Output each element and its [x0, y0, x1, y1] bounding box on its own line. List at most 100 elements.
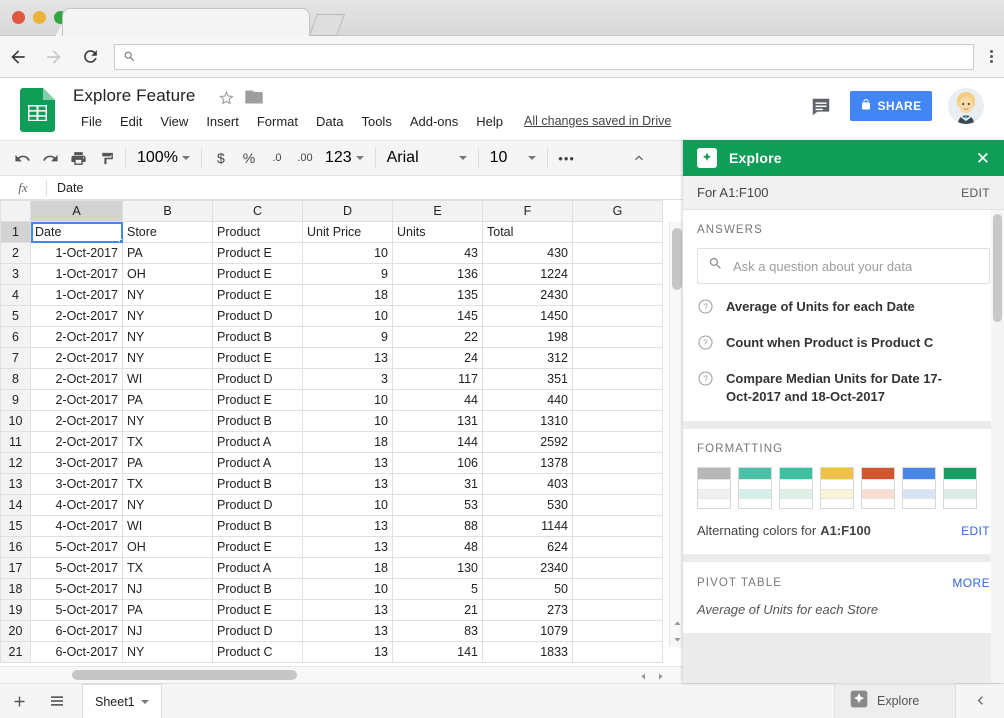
cell-E13[interactable]: 31	[392, 473, 483, 495]
cell-B12[interactable]: PA	[122, 452, 213, 474]
close-window-button[interactable]	[12, 11, 25, 24]
cell-F2[interactable]: 430	[482, 242, 573, 264]
cell-B1[interactable]: Store	[122, 221, 213, 243]
row-header-5[interactable]: 5	[0, 305, 31, 327]
cell-D1[interactable]: Unit Price	[302, 221, 393, 243]
cell-C2[interactable]: Product E	[212, 242, 303, 264]
cell-B18[interactable]: NJ	[122, 578, 213, 600]
cell-G14[interactable]	[572, 494, 663, 516]
cell-C12[interactable]: Product A	[212, 452, 303, 474]
row-header-10[interactable]: 10	[0, 410, 31, 432]
cell-D17[interactable]: 18	[302, 557, 393, 579]
scroll-up-arrow-icon[interactable]	[670, 616, 684, 630]
cell-B15[interactable]: WI	[122, 515, 213, 537]
cell-C15[interactable]: Product B	[212, 515, 303, 537]
cell-C6[interactable]: Product B	[212, 326, 303, 348]
font-size-selector[interactable]: 10	[484, 144, 542, 172]
color-swatch-green[interactable]	[779, 467, 813, 510]
cell-E3[interactable]: 136	[392, 263, 483, 285]
cell-G3[interactable]	[572, 263, 663, 285]
reload-icon[interactable]	[72, 39, 108, 75]
explore-button[interactable]: Explore	[834, 683, 956, 718]
cell-E16[interactable]: 48	[392, 536, 483, 558]
color-swatch-blue[interactable]	[902, 467, 936, 510]
address-bar-input[interactable]	[136, 45, 965, 68]
cell-G16[interactable]	[572, 536, 663, 558]
cell-E1[interactable]: Units	[392, 221, 483, 243]
row-header-6[interactable]: 6	[0, 326, 31, 348]
column-header-b[interactable]: B	[122, 200, 213, 222]
cell-B14[interactable]: NY	[122, 494, 213, 516]
share-button[interactable]: SHARE	[850, 91, 932, 121]
row-header-3[interactable]: 3	[0, 263, 31, 285]
cell-E2[interactable]: 43	[392, 242, 483, 264]
cell-B8[interactable]: WI	[122, 368, 213, 390]
cell-F20[interactable]: 1079	[482, 620, 573, 642]
menu-file[interactable]: File	[72, 112, 111, 131]
cell-C5[interactable]: Product D	[212, 305, 303, 327]
cell-D9[interactable]: 10	[302, 389, 393, 411]
cell-G5[interactable]	[572, 305, 663, 327]
row-header-1[interactable]: 1	[0, 221, 31, 243]
cell-A14[interactable]: 4-Oct-2017	[30, 494, 123, 516]
cell-D4[interactable]: 18	[302, 284, 393, 306]
cell-A13[interactable]: 3-Oct-2017	[30, 473, 123, 495]
cell-D2[interactable]: 10	[302, 242, 393, 264]
cell-E10[interactable]: 131	[392, 410, 483, 432]
cell-A6[interactable]: 2-Oct-2017	[30, 326, 123, 348]
formatting-edit-button[interactable]: EDIT	[961, 524, 990, 538]
cell-F7[interactable]: 312	[482, 347, 573, 369]
cell-G4[interactable]	[572, 284, 663, 306]
explore-panel-scrollbar[interactable]	[991, 210, 1004, 683]
row-header-2[interactable]: 2	[0, 242, 31, 264]
cell-C18[interactable]: Product B	[212, 578, 303, 600]
cell-E14[interactable]: 53	[392, 494, 483, 516]
cell-F19[interactable]: 273	[482, 599, 573, 621]
cell-C1[interactable]: Product	[212, 221, 303, 243]
row-header-8[interactable]: 8	[0, 368, 31, 390]
font-family-selector[interactable]: Arial	[381, 144, 473, 172]
cell-B2[interactable]: PA	[122, 242, 213, 264]
cell-B21[interactable]: NY	[122, 641, 213, 663]
menu-format[interactable]: Format	[248, 112, 307, 131]
explore-panel-scrollbar-thumb[interactable]	[993, 214, 1002, 322]
sheet-tab-sheet1[interactable]: Sheet1	[82, 683, 162, 718]
selection-fill-handle[interactable]	[119, 239, 122, 242]
cell-D12[interactable]: 13	[302, 452, 393, 474]
select-all-corner[interactable]	[0, 200, 31, 222]
cell-D21[interactable]: 13	[302, 641, 393, 663]
cell-G21[interactable]	[572, 641, 663, 663]
menu-view[interactable]: View	[151, 112, 197, 131]
cell-B10[interactable]: NY	[122, 410, 213, 432]
paint-format-icon[interactable]	[92, 144, 120, 172]
cell-F17[interactable]: 2340	[482, 557, 573, 579]
cell-E5[interactable]: 145	[392, 305, 483, 327]
cell-A18[interactable]: 5-Oct-2017	[30, 578, 123, 600]
cell-G19[interactable]	[572, 599, 663, 621]
cell-C9[interactable]: Product E	[212, 389, 303, 411]
close-icon[interactable]: ✕	[976, 150, 990, 167]
cell-A19[interactable]: 5-Oct-2017	[30, 599, 123, 621]
cell-E12[interactable]: 106	[392, 452, 483, 474]
undo-icon[interactable]	[8, 144, 36, 172]
increase-decimal-button[interactable]: .00	[291, 144, 319, 172]
spreadsheet-grid[interactable]: A B C D E F G 1 Date Store Product Unit Pric…	[0, 200, 683, 666]
cell-D5[interactable]: 10	[302, 305, 393, 327]
cell-D7[interactable]: 13	[302, 347, 393, 369]
minimize-window-button[interactable]	[33, 11, 46, 24]
suggested-question-1[interactable]: ? Average of Units for each Date	[697, 298, 990, 320]
cell-A17[interactable]: 5-Oct-2017	[30, 557, 123, 579]
row-header-19[interactable]: 19	[0, 599, 31, 621]
cell-A8[interactable]: 2-Oct-2017	[30, 368, 123, 390]
decrease-decimal-button[interactable]: .0	[263, 144, 291, 172]
cell-G9[interactable]	[572, 389, 663, 411]
cell-B16[interactable]: OH	[122, 536, 213, 558]
cell-C7[interactable]: Product E	[212, 347, 303, 369]
menu-addons[interactable]: Add-ons	[401, 112, 467, 131]
cell-C20[interactable]: Product D	[212, 620, 303, 642]
star-icon[interactable]	[218, 89, 235, 111]
cell-A4[interactable]: 1-Oct-2017	[30, 284, 123, 306]
menu-edit[interactable]: Edit	[111, 112, 151, 131]
cell-B7[interactable]: NY	[122, 347, 213, 369]
formula-bar-input[interactable]: Date	[47, 181, 83, 195]
